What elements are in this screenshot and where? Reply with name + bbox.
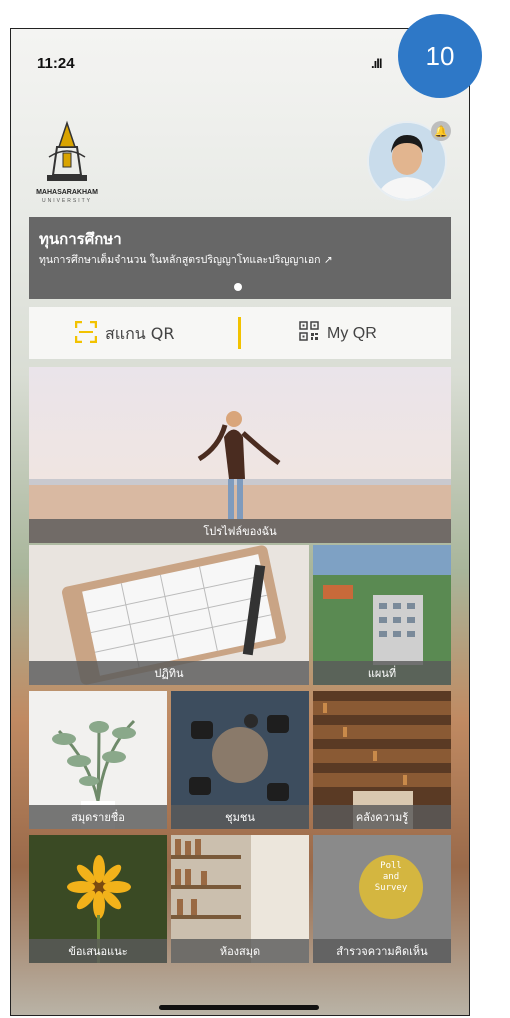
scholarship-banner[interactable]: ทุนการศึกษา ทุนการศึกษาเต็มจำนวน ในหลักส… <box>29 217 451 299</box>
tile-map-label: แผนที่ <box>313 661 451 685</box>
banner-title: ทุนการศึกษา <box>39 230 122 248</box>
tile-calendar-label: ปฏิทิน <box>29 661 309 685</box>
tile-community-label: ชุมชน <box>171 805 309 829</box>
qr-divider <box>238 317 241 349</box>
tile-library-label: ห้องสมุด <box>171 939 309 963</box>
tile-knowledge-label: คลังความรู้ <box>313 805 451 829</box>
bell-icon[interactable]: 🔔 <box>431 121 451 141</box>
poll-circle-text: Poll and Survey <box>374 861 408 893</box>
tile-directory-label: สมุดรายชื่อ <box>29 805 167 829</box>
profile-photo <box>29 367 451 543</box>
tile-feedback[interactable]: ข้อเสนอแนะ <box>29 835 167 963</box>
carousel-dot <box>234 283 242 291</box>
logo-subtext: UNIVERSITY <box>41 198 92 204</box>
scan-icon <box>74 320 98 347</box>
my-qr-button[interactable]: My QR <box>299 321 377 346</box>
status-time: 11:24 <box>37 55 75 72</box>
tile-survey[interactable]: Poll and Survey สำรวจความคิดเห็น <box>313 835 451 963</box>
qr-bar: สแกน QR My QR <box>29 307 451 359</box>
scan-qr-button[interactable]: สแกน QR <box>74 320 175 347</box>
tile-profile[interactable]: โปรไฟล์ของฉัน <box>29 367 451 543</box>
my-qr-label: My QR <box>327 324 377 342</box>
tile-map[interactable]: แผนที่ <box>313 545 451 685</box>
tile-profile-label: โปรไฟล์ของฉัน <box>29 519 451 543</box>
tile-library[interactable]: ห้องสมุด <box>171 835 309 963</box>
logo-text: MAHASARAKHAM <box>36 189 98 196</box>
university-logo: MAHASARAKHAM UNIVERSITY <box>31 117 103 205</box>
tile-community[interactable]: ชุมชน <box>171 691 309 829</box>
tile-feedback-label: ข้อเสนอแนะ <box>29 939 167 963</box>
tile-knowledge[interactable]: คลังความรู้ <box>313 691 451 829</box>
qr-code-icon <box>299 321 319 346</box>
scan-qr-label: สแกน QR <box>105 323 175 343</box>
signal-icon: .ıll <box>371 56 382 71</box>
tile-calendar[interactable]: ปฏิทิน <box>29 545 309 685</box>
banner-subtitle: ทุนการศึกษาเต็มจำนวน ในหลักสูตรปริญญาโทแ… <box>39 254 333 266</box>
app-screen: 11:24 .ıll MAHASARAKHAM UNIVERSITY 🔔 ทุน… <box>10 28 470 1016</box>
step-badge: 10 <box>398 14 482 98</box>
tile-directory[interactable]: สมุดรายชื่อ <box>29 691 167 829</box>
tile-survey-label: สำรวจความคิดเห็น <box>313 939 451 963</box>
home-indicator <box>159 1005 319 1010</box>
external-link-icon: ↗ <box>323 254 333 266</box>
